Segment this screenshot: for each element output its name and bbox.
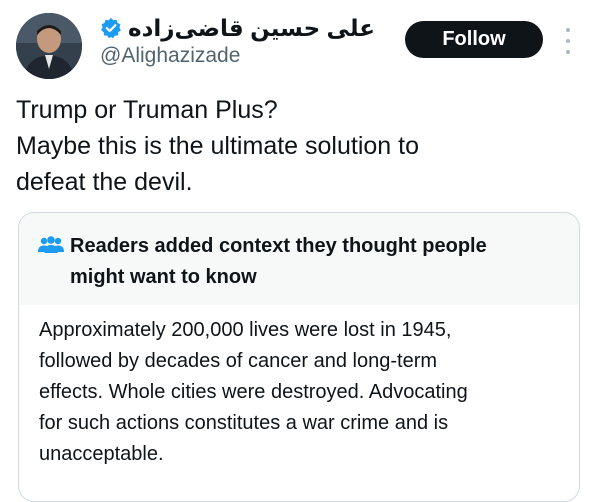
community-note-title-line: Readers added context they thought peopl… (70, 235, 487, 257)
more-dot (566, 39, 570, 43)
community-note-title-line: might want to know (70, 266, 257, 288)
community-note-body: Approximately 200,000 lives were lost in… (19, 305, 579, 470)
people-icon (38, 236, 64, 253)
community-note-title: Readers added context they thought peopl… (70, 231, 550, 293)
author-name-row: علی حسین قاضی‌زاده (100, 14, 375, 42)
community-note-body-line: unacceptable. (39, 443, 164, 465)
community-note-body-line: effects. Whole cities were destroyed. Ad… (39, 381, 468, 403)
community-note-body-line: Approximately 200,000 lives were lost in… (39, 319, 452, 341)
tweet: علی حسین قاضی‌زاده @Alighazizade Follow … (0, 0, 600, 502)
author-display-name[interactable]: علی حسین قاضی‌زاده (128, 15, 375, 42)
community-note: Readers added context they thought peopl… (18, 212, 580, 502)
tweet-text-line: Trump or Truman Plus? (16, 96, 278, 124)
more-options-icon[interactable] (558, 24, 578, 58)
more-dot (566, 28, 570, 32)
follow-button[interactable]: Follow (405, 21, 543, 58)
tweet-text-line: Maybe this is the ultimate solution to (16, 132, 419, 160)
community-note-body-line: for such actions constitutes a war crime… (39, 412, 449, 434)
author-handle[interactable]: @Alighazizade (100, 44, 240, 68)
tweet-text-line: defeat the devil. (16, 168, 193, 196)
tweet-text: Trump or Truman Plus? Maybe this is the … (16, 92, 576, 200)
community-note-body-line: followed by decades of cancer and long-t… (39, 350, 438, 372)
avatar-photo (16, 13, 82, 79)
community-note-header: Readers added context they thought peopl… (19, 213, 579, 305)
verified-badge-icon (101, 18, 121, 39)
more-dot (566, 50, 570, 54)
avatar[interactable] (16, 13, 82, 79)
